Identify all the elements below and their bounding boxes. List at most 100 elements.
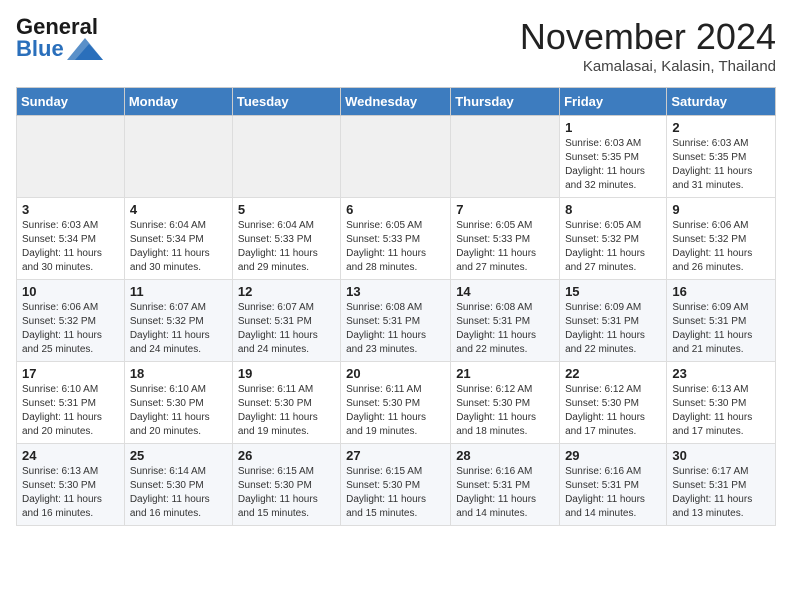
day-info: Sunrise: 6:11 AM Sunset: 5:30 PM Dayligh… — [346, 383, 445, 439]
day-info: Sunrise: 6:17 AM Sunset: 5:31 PM Dayligh… — [672, 465, 770, 521]
calendar-cell: 12 Sunrise: 6:07 AM Sunset: 5:31 PM Dayli… — [232, 280, 340, 362]
calendar-cell: 25 Sunrise: 6:14 AM Sunset: 5:30 PM Dayli… — [124, 444, 232, 526]
day-number: 23 — [672, 366, 770, 381]
day-of-week-thursday: Thursday — [451, 88, 560, 116]
calendar-cell: 9 Sunrise: 6:06 AM Sunset: 5:32 PM Daylig… — [667, 198, 776, 280]
calendar-cell: 28 Sunrise: 6:16 AM Sunset: 5:31 PM Dayli… — [451, 444, 560, 526]
calendar-cell: 24Sunrise: 6:13 AM Sunset: 5:30 PM Dayli… — [17, 444, 125, 526]
calendar-cell: 4 Sunrise: 6:04 AM Sunset: 5:34 PM Daylig… — [124, 198, 232, 280]
calendar-cell — [124, 116, 232, 198]
calendar-cell: 22Sunrise: 6:12 AM Sunset: 5:30 PM Dayli… — [560, 362, 667, 444]
calendar-cell: 2Sunrise: 6:03 AM Sunset: 5:35 PM Daylig… — [667, 116, 776, 198]
day-info: Sunrise: 6:06 AM Sunset: 5:32 PM Dayligh… — [22, 301, 119, 357]
title-section: November 2024 Kamalasai, Kalasin, Thaila… — [520, 16, 776, 75]
day-info: Sunrise: 6:15 AM Sunset: 5:30 PM Dayligh… — [346, 465, 445, 521]
calendar-cell: 11 Sunrise: 6:07 AM Sunset: 5:32 PM Dayli… — [124, 280, 232, 362]
day-info: Sunrise: 6:05 AM Sunset: 5:33 PM Dayligh… — [346, 219, 445, 275]
day-number: 24 — [22, 448, 119, 463]
calendar-cell — [232, 116, 340, 198]
calendar-cell: 27 Sunrise: 6:15 AM Sunset: 5:30 PM Dayli… — [341, 444, 451, 526]
calendar-cell: 3 Sunrise: 6:03 AM Sunset: 5:34 PM Daylig… — [17, 198, 125, 280]
day-number: 4 — [130, 202, 227, 217]
calendar-cell — [451, 116, 560, 198]
day-of-week-monday: Monday — [124, 88, 232, 116]
day-info: Sunrise: 6:11 AM Sunset: 5:30 PM Dayligh… — [238, 383, 335, 439]
day-info: Sunrise: 6:13 AM Sunset: 5:30 PM Dayligh… — [672, 383, 770, 439]
day-info: Sunrise: 6:05 AM Sunset: 5:33 PM Dayligh… — [456, 219, 554, 275]
calendar-cell: 18 Sunrise: 6:10 AM Sunset: 5:30 PM Dayli… — [124, 362, 232, 444]
day-number: 16 — [672, 284, 770, 299]
calendar-cell: 26Sunrise: 6:15 AM Sunset: 5:30 PM Dayli… — [232, 444, 340, 526]
week-row-2: 3 Sunrise: 6:03 AM Sunset: 5:34 PM Daylig… — [17, 198, 776, 280]
day-info: Sunrise: 6:16 AM Sunset: 5:31 PM Dayligh… — [456, 465, 554, 521]
calendar-cell: 30 Sunrise: 6:17 AM Sunset: 5:31 PM Dayli… — [667, 444, 776, 526]
day-number: 25 — [130, 448, 227, 463]
day-of-week-wednesday: Wednesday — [341, 88, 451, 116]
day-info: Sunrise: 6:16 AM Sunset: 5:31 PM Dayligh… — [565, 465, 661, 521]
calendar-cell: 21 Sunrise: 6:12 AM Sunset: 5:30 PM Dayli… — [451, 362, 560, 444]
day-info: Sunrise: 6:08 AM Sunset: 5:31 PM Dayligh… — [456, 301, 554, 357]
calendar-cell: 29 Sunrise: 6:16 AM Sunset: 5:31 PM Dayli… — [560, 444, 667, 526]
logo-icon — [67, 38, 103, 60]
day-number: 26 — [238, 448, 335, 463]
day-number: 1 — [565, 120, 661, 135]
calendar-cell: 14 Sunrise: 6:08 AM Sunset: 5:31 PM Dayli… — [451, 280, 560, 362]
day-info: Sunrise: 6:03 AM Sunset: 5:34 PM Dayligh… — [22, 219, 119, 275]
week-row-4: 17 Sunrise: 6:10 AM Sunset: 5:31 PM Dayli… — [17, 362, 776, 444]
day-of-week-sunday: Sunday — [17, 88, 125, 116]
day-number: 2 — [672, 120, 770, 135]
day-number: 30 — [672, 448, 770, 463]
day-info: Sunrise: 6:07 AM Sunset: 5:31 PM Dayligh… — [238, 301, 335, 357]
week-row-1: 1 Sunrise: 6:03 AM Sunset: 5:35 PM Daylig… — [17, 116, 776, 198]
logo-blue: Blue — [16, 38, 64, 60]
calendar-cell: 5Sunrise: 6:04 AM Sunset: 5:33 PM Daylig… — [232, 198, 340, 280]
week-row-3: 10Sunrise: 6:06 AM Sunset: 5:32 PM Dayli… — [17, 280, 776, 362]
day-number: 14 — [456, 284, 554, 299]
day-number: 8 — [565, 202, 661, 217]
day-of-week-tuesday: Tuesday — [232, 88, 340, 116]
logo: General Blue — [16, 16, 103, 60]
day-number: 11 — [130, 284, 227, 299]
day-info: Sunrise: 6:04 AM Sunset: 5:34 PM Dayligh… — [130, 219, 227, 275]
calendar-cell: 6 Sunrise: 6:05 AM Sunset: 5:33 PM Daylig… — [341, 198, 451, 280]
day-number: 3 — [22, 202, 119, 217]
day-info: Sunrise: 6:10 AM Sunset: 5:31 PM Dayligh… — [22, 383, 119, 439]
calendar-cell: 8 Sunrise: 6:05 AM Sunset: 5:32 PM Daylig… — [560, 198, 667, 280]
calendar-cell: 23 Sunrise: 6:13 AM Sunset: 5:30 PM Dayli… — [667, 362, 776, 444]
calendar-cell: 13Sunrise: 6:08 AM Sunset: 5:31 PM Dayli… — [341, 280, 451, 362]
calendar-cell: 7 Sunrise: 6:05 AM Sunset: 5:33 PM Daylig… — [451, 198, 560, 280]
day-info: Sunrise: 6:06 AM Sunset: 5:32 PM Dayligh… — [672, 219, 770, 275]
day-info: Sunrise: 6:12 AM Sunset: 5:30 PM Dayligh… — [456, 383, 554, 439]
month-title: November 2024 — [520, 16, 776, 58]
calendar-cell: 20 Sunrise: 6:11 AM Sunset: 5:30 PM Dayli… — [341, 362, 451, 444]
page-header: General Blue November 2024 Kamalasai, Ka… — [16, 16, 776, 75]
day-number: 9 — [672, 202, 770, 217]
day-number: 27 — [346, 448, 445, 463]
day-info: Sunrise: 6:14 AM Sunset: 5:30 PM Dayligh… — [130, 465, 227, 521]
day-number: 7 — [456, 202, 554, 217]
calendar-cell — [17, 116, 125, 198]
day-number: 17 — [22, 366, 119, 381]
calendar-cell: 15Sunrise: 6:09 AM Sunset: 5:31 PM Dayli… — [560, 280, 667, 362]
day-info: Sunrise: 6:05 AM Sunset: 5:32 PM Dayligh… — [565, 219, 661, 275]
location: Kamalasai, Kalasin, Thailand — [520, 58, 776, 75]
calendar-cell: 1 Sunrise: 6:03 AM Sunset: 5:35 PM Daylig… — [560, 116, 667, 198]
day-info: Sunrise: 6:10 AM Sunset: 5:30 PM Dayligh… — [130, 383, 227, 439]
day-of-week-saturday: Saturday — [667, 88, 776, 116]
day-of-week-friday: Friday — [560, 88, 667, 116]
day-info: Sunrise: 6:07 AM Sunset: 5:32 PM Dayligh… — [130, 301, 227, 357]
logo-text: General Blue — [16, 16, 103, 60]
day-number: 20 — [346, 366, 445, 381]
day-number: 12 — [238, 284, 335, 299]
day-number: 6 — [346, 202, 445, 217]
day-number: 29 — [565, 448, 661, 463]
day-number: 21 — [456, 366, 554, 381]
day-number: 15 — [565, 284, 661, 299]
day-number: 18 — [130, 366, 227, 381]
day-number: 22 — [565, 366, 661, 381]
calendar-cell: 19Sunrise: 6:11 AM Sunset: 5:30 PM Dayli… — [232, 362, 340, 444]
day-info: Sunrise: 6:03 AM Sunset: 5:35 PM Dayligh… — [565, 137, 661, 193]
calendar-header-row: SundayMondayTuesdayWednesdayThursdayFrid… — [17, 88, 776, 116]
calendar-cell: 17 Sunrise: 6:10 AM Sunset: 5:31 PM Dayli… — [17, 362, 125, 444]
day-number: 28 — [456, 448, 554, 463]
